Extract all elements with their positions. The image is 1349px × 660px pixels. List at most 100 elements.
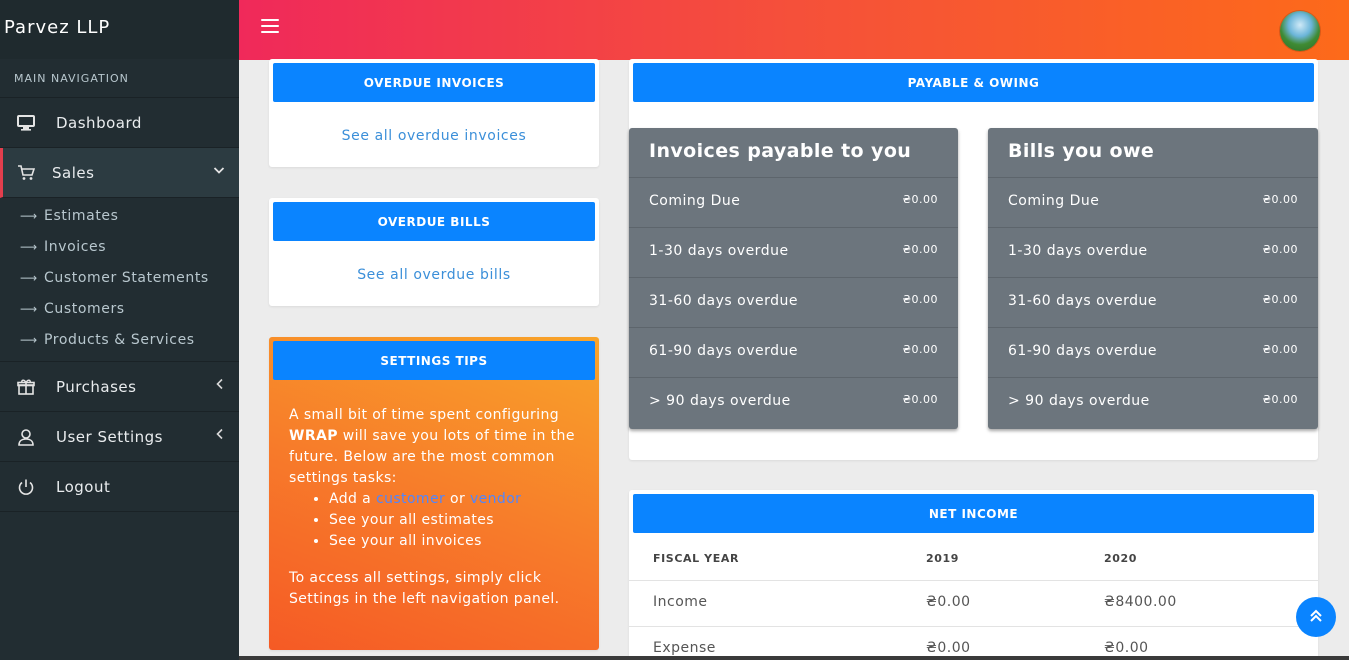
double-chevron-up-icon [1309,608,1323,627]
sidebar-subitem-estimates[interactable]: ⟶ Estimates [0,200,239,231]
payable-owing-title: PAYABLE & OWING [633,63,1314,102]
aging-row: > 90 days overdue ₴0.00 [649,393,938,409]
bills-owe-title: Bills you owe [988,128,1318,178]
column-header: 2019 [926,552,960,565]
sidebar-subitem-label: Customers [44,300,125,317]
sidebar-item-sales[interactable]: Sales [0,148,239,198]
table-row: Expense ₴0.00 ₴0.00 [629,626,1318,660]
sidebar-subitem-products-services[interactable]: ⟶ Products & Services [0,324,239,355]
aging-row: 31-60 days overdue ₴0.00 [629,278,958,328]
sidebar-subitem-invoices[interactable]: ⟶ Invoices [0,231,239,262]
brand-title[interactable]: Parvez LLP [0,0,239,59]
aging-row: 61-90 days overdue ₴0.00 [988,328,1318,378]
see-overdue-bills-link[interactable]: See all overdue bills [269,267,599,283]
avatar[interactable] [1280,11,1320,51]
amount: ₴0.00 [1262,293,1298,306]
sidebar-item-logout[interactable]: Logout [0,462,239,512]
tips-list-item: See your all invoices [329,531,584,552]
aging-row: 1-30 days overdue ₴0.00 [629,228,958,278]
table-cell: Expense [653,640,716,656]
arrow-right-icon: ⟶ [20,270,38,285]
overdue-bills-box: OVERDUE BILLS See all overdue bills [269,198,599,306]
customer-link[interactable]: customer [376,491,445,507]
sidebar-subitem-label: Products & Services [44,331,195,348]
amount: ₴0.00 [902,193,938,206]
column-header: FISCAL YEAR [653,552,740,565]
payable-owing-box: PAYABLE & OWING Invoices payable to you … [629,59,1318,460]
amount: ₴0.00 [902,393,938,406]
chevron-left-icon [215,428,225,443]
table-cell: ₴0.00 [1104,640,1149,656]
overdue-invoices-title: OVERDUE INVOICES [273,63,595,102]
overdue-bills-title: OVERDUE BILLS [273,202,595,241]
aging-row: > 90 days overdue ₴0.00 [1008,393,1298,409]
sidebar-item-label: Logout [56,477,111,496]
aging-row: 1-30 days overdue ₴0.00 [988,228,1318,278]
top-bar [239,0,1349,60]
vendor-link[interactable]: vendor [470,491,521,507]
amount: ₴0.00 [902,243,938,256]
tips-outro: To access all settings, simply click Set… [289,570,560,607]
sidebar-item-label: User Settings [56,427,163,446]
sidebar-item-user-settings[interactable]: User Settings [0,412,239,462]
arrow-right-icon: ⟶ [20,332,38,347]
sidebar-subitem-customers[interactable]: ⟶ Customers [0,293,239,324]
sidebar-subitem-customer-statements[interactable]: ⟶ Customer Statements [0,262,239,293]
table-cell: Income [653,594,708,610]
sidebar-item-label: Dashboard [56,113,142,132]
table-cell: ₴8400.00 [1104,594,1177,610]
sidebar-subitem-label: Customer Statements [44,269,209,286]
arrow-right-icon: ⟶ [20,239,38,254]
monitor-icon [16,113,36,133]
settings-tips-title: SETTINGS TIPS [273,341,595,380]
menu-icon[interactable] [261,19,279,37]
settings-tips-body: A small bit of time spent configuring WR… [289,405,584,610]
column-header: 2020 [1104,552,1138,565]
gift-icon [16,377,36,397]
sidebar-item-purchases[interactable]: Purchases [0,362,239,412]
sales-submenu: ⟶ Estimates ⟶ Invoices ⟶ Customer Statement… [0,198,239,362]
amount: ₴0.00 [902,343,938,356]
aging-row: Coming Due ₴0.00 [629,178,958,228]
tips-list: Add a customer or vendor See your all es… [329,489,584,552]
chevron-down-icon [213,164,225,178]
table-row: Income ₴0.00 ₴8400.00 [629,580,1318,626]
sidebar: Parvez LLP MAIN NAVIGATION Dashboard Sal… [0,0,239,660]
amount: ₴0.00 [1262,343,1298,356]
aging-row: 61-90 days overdue ₴0.00 [629,328,958,378]
table-cell: ₴0.00 [926,594,971,610]
net-income-title: NET INCOME [633,494,1314,533]
user-icon [16,427,36,447]
arrow-right-icon: ⟶ [20,301,38,316]
settings-tips-box: SETTINGS TIPS A small bit of time spent … [269,337,599,650]
overdue-invoices-box: OVERDUE INVOICES See all overdue invoice… [269,59,599,167]
table-cell: ₴0.00 [926,640,971,656]
power-icon [16,477,36,497]
sidebar-subitem-label: Invoices [44,238,107,255]
amount: ₴0.00 [1262,243,1298,256]
tips-intro: A small bit of time spent configuring WR… [289,407,575,486]
tips-list-item: Add a customer or vendor [329,489,584,510]
invoices-payable-card: Invoices payable to you Coming Due ₴0.00 … [629,128,958,429]
aging-row: Coming Due ₴0.00 [988,178,1318,228]
nav-header: MAIN NAVIGATION [0,59,239,98]
arrow-right-icon: ⟶ [20,208,38,223]
sidebar-item-label: Sales [52,163,95,182]
bills-owe-card: Bills you owe Coming Due ₴0.00 1-30 days … [988,128,1318,429]
sidebar-item-dashboard[interactable]: Dashboard [0,98,239,148]
cart-icon [16,163,36,183]
tips-list-item: See your all estimates [329,510,584,531]
amount: ₴0.00 [1262,393,1298,406]
sidebar-item-label: Purchases [56,377,137,396]
amount: ₴0.00 [902,293,938,306]
table-header-row: FISCAL YEAR 2019 2020 [629,538,1318,581]
see-overdue-invoices-link[interactable]: See all overdue invoices [269,128,599,144]
scroll-to-top-button[interactable] [1296,597,1336,637]
invoices-payable-title: Invoices payable to you [629,128,958,178]
net-income-box: NET INCOME FISCAL YEAR 2019 2020 Income … [629,490,1318,660]
sidebar-subitem-label: Estimates [44,207,119,224]
amount: ₴0.00 [1262,193,1298,206]
aging-row: 31-60 days overdue ₴0.00 [988,278,1318,328]
horizontal-scrollbar[interactable] [239,656,1349,660]
chevron-left-icon [215,378,225,393]
